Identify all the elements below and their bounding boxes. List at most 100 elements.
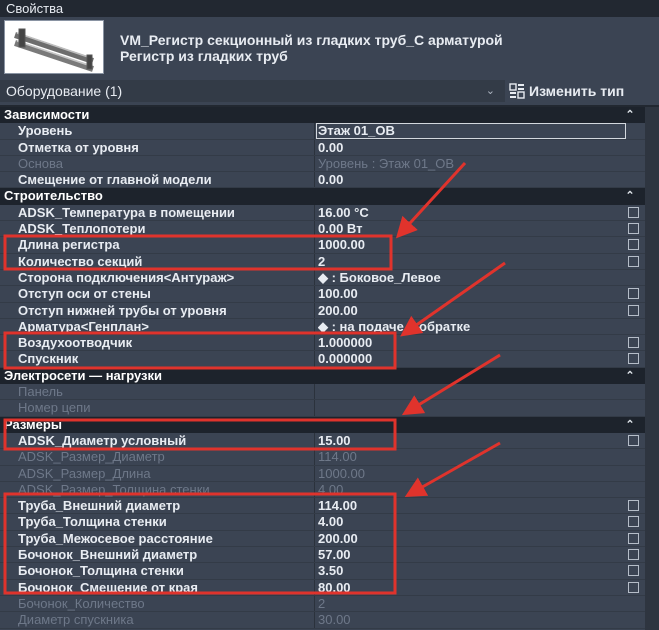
property-value: 1000.00 (318, 465, 365, 481)
property-value[interactable]: 2 (318, 254, 623, 270)
parameter-checkbox[interactable] (628, 516, 639, 528)
property-row[interactable]: Отметка от уровня 0.00 (0, 139, 659, 156)
property-value[interactable]: 57.00 (318, 547, 623, 563)
property-value: 114.00 (318, 449, 357, 465)
property-row[interactable]: ADSK_Теплопотери 0.00 Вт (0, 221, 659, 238)
property-value[interactable]: 114.00 (318, 498, 623, 514)
property-name: Сторона подключения<Антураж> (18, 269, 235, 285)
collapse-icon[interactable]: ⌃ (624, 417, 636, 433)
collapse-icon[interactable]: ⌃ (624, 107, 636, 123)
column-divider (314, 155, 315, 173)
property-row[interactable]: ADSK_Температура в помещении 16.00 °C (0, 204, 659, 222)
property-name: Труба_Внешний диаметр (18, 498, 181, 514)
property-name: Уровень (18, 123, 73, 139)
group-header[interactable]: Зависимости ⌃ (0, 107, 659, 124)
property-value[interactable]: 3.50 (318, 563, 623, 579)
property-value[interactable]: 80.00 (318, 580, 623, 596)
family-type-name: VM_Регистр секционный из гладких труб_С … (120, 32, 503, 48)
property-row[interactable]: Труба_Межосевое расстояние 200.00 (0, 530, 659, 548)
property-value[interactable]: 1.000000 (318, 335, 623, 351)
property-row[interactable]: Труба_Толщина стенки 4.00 (0, 514, 659, 531)
column-divider (314, 384, 315, 401)
family-type-subtitle: Регистр из гладких труб (120, 48, 288, 64)
collapse-icon[interactable]: ⌃ (624, 368, 636, 384)
property-row[interactable]: Сторона подключения<Антураж> ◆ : Боковое_… (0, 269, 659, 287)
property-name: Панель (18, 384, 63, 400)
property-name: Отступ оси от стены (18, 286, 151, 302)
property-row: Панель (0, 384, 659, 401)
parameter-checkbox[interactable] (628, 500, 639, 512)
property-row[interactable]: Смещение от главной модели 0.00 (0, 172, 659, 189)
column-divider (314, 612, 315, 629)
property-value[interactable]: Этаж 01_OB (318, 123, 623, 139)
property-value[interactable]: 1000.00 (318, 237, 623, 253)
chevron-down-icon: ⌄ (485, 85, 495, 97)
property-row: Номер цепи (0, 400, 659, 417)
property-value[interactable]: 200.00 (318, 303, 623, 319)
property-row[interactable]: Уровень Этаж 01_OB (0, 123, 659, 140)
property-value[interactable]: 4.00 (318, 514, 623, 530)
parameter-checkbox[interactable] (628, 353, 639, 365)
parameter-checkbox[interactable] (628, 337, 639, 349)
property-row[interactable]: Отступ оси от стены 100.00 (0, 286, 659, 303)
element-category-dropdown[interactable]: Оборудование (1) ⌄ (0, 80, 505, 102)
column-divider (314, 123, 315, 140)
property-value[interactable]: 100.00 (318, 286, 623, 302)
property-value: 4.00 (318, 481, 344, 497)
property-name: Бочонок_Внешний диаметр (18, 547, 198, 563)
group-header[interactable]: Строительство ⌃ (0, 188, 659, 205)
parameter-checkbox[interactable] (628, 288, 639, 300)
property-name: ADSK_Размер_Длина (18, 465, 151, 481)
parameter-checkbox[interactable] (628, 239, 639, 251)
parameter-checkbox[interactable] (628, 206, 639, 218)
property-value[interactable]: 16.00 °C (318, 205, 623, 221)
property-row[interactable]: Количество секций 2 (0, 253, 659, 270)
column-divider (314, 253, 315, 270)
parameter-checkbox[interactable] (628, 532, 639, 544)
column-divider (314, 139, 315, 156)
parameter-checkbox[interactable] (628, 565, 639, 577)
group-header[interactable]: Размеры ⌃ (0, 416, 659, 433)
column-divider (314, 269, 315, 287)
property-row[interactable]: Воздухоотводчик 1.000000 (0, 335, 659, 352)
property-row[interactable]: Арматура<Генплан> ◆ : на подаче и обратке (0, 318, 659, 336)
property-value[interactable]: 0.00 (318, 140, 623, 156)
column-divider (314, 286, 315, 303)
property-row[interactable]: Труба_Внешний диаметр 114.00 (0, 498, 659, 515)
column-divider (314, 465, 315, 482)
collapse-icon[interactable]: ⌃ (624, 188, 636, 204)
property-row[interactable]: ADSK_Диаметр условный 15.00 (0, 432, 659, 450)
property-value[interactable]: ◆ : на подаче и обратке (318, 319, 623, 335)
properties-grid: Зависимости ⌃ Уровень Этаж 01_OB Отметка от … (0, 107, 659, 629)
property-value[interactable]: 15.00 (318, 433, 623, 449)
parameter-checkbox[interactable] (628, 255, 639, 267)
column-divider (314, 221, 315, 238)
vertical-scrollbar[interactable] (645, 107, 659, 630)
column-divider (314, 302, 315, 319)
property-row[interactable]: Бочонок_Толщина стенки 3.50 (0, 563, 659, 580)
property-name: ADSK_Диаметр условный (18, 432, 187, 448)
property-value[interactable]: ◆ : Боковое_Левое (318, 270, 623, 286)
property-name: Диаметр спускника (18, 612, 134, 628)
property-row[interactable]: Длина регистра 1000.00 (0, 237, 659, 254)
property-value: Уровень : Этаж 01_OB (318, 155, 455, 171)
property-value[interactable]: 200.00 (318, 531, 623, 547)
property-name: Воздухоотводчик (18, 335, 133, 351)
group-title: Зависимости (4, 107, 90, 122)
parameter-checkbox[interactable] (628, 549, 639, 561)
property-row[interactable]: Отступ нижней трубы от уровня 200.00 (0, 302, 659, 319)
property-name: Отступ нижней трубы от уровня (18, 302, 227, 318)
property-row[interactable]: Спускник 0.000000 (0, 351, 659, 368)
parameter-checkbox[interactable] (628, 223, 639, 235)
parameter-checkbox[interactable] (628, 434, 639, 446)
property-value[interactable]: 0.00 Вт (318, 221, 623, 237)
group-header[interactable]: Электросети — нагрузки ⌃ (0, 367, 659, 385)
parameter-checkbox[interactable] (628, 581, 639, 593)
property-row[interactable]: Бочонок_Смещение от края 80.00 (0, 579, 659, 596)
property-value[interactable]: 0.000000 (318, 351, 623, 367)
group-title: Строительство (4, 188, 103, 204)
property-value[interactable]: 0.00 (318, 172, 623, 188)
parameter-checkbox[interactable] (628, 304, 639, 316)
property-row[interactable]: Бочонок_Внешний диаметр 57.00 (0, 547, 659, 564)
edit-type-button[interactable]: Изменить тип (509, 80, 659, 102)
